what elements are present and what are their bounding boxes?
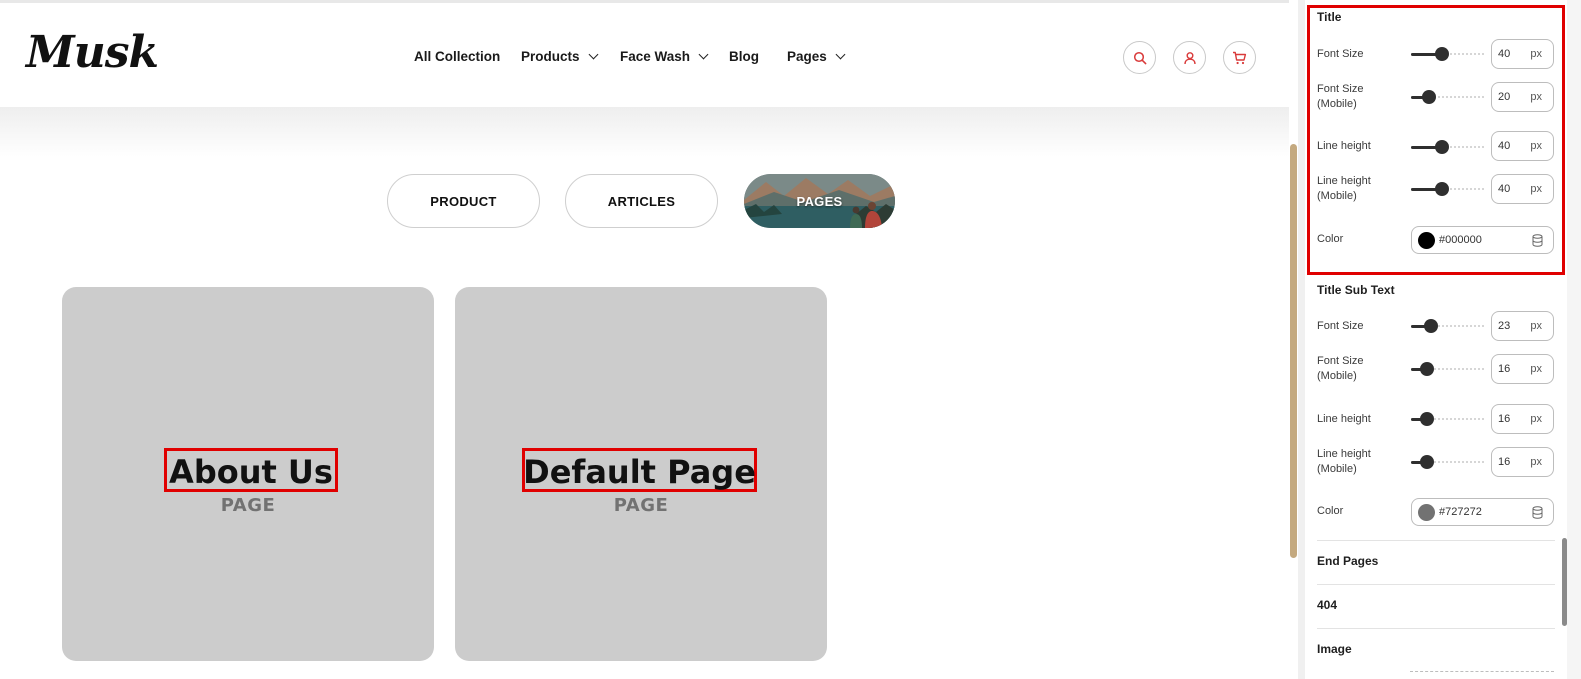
chevron-down-icon — [588, 49, 598, 60]
slider-handle[interactable] — [1422, 90, 1436, 104]
color-hex-value[interactable]: #727272 — [1439, 506, 1482, 518]
title-line-height-mobile-label: Line height (Mobile) — [1317, 175, 1371, 202]
divider — [1317, 540, 1555, 541]
cart-button[interactable] — [1223, 41, 1256, 74]
subtext-line-height-label: Line height — [1317, 413, 1371, 425]
subtext-line-height-mobile-input[interactable]: 16 px — [1491, 447, 1554, 477]
nav-all-collection[interactable]: All Collection — [414, 49, 500, 64]
title-font-size-label: Font Size — [1317, 48, 1364, 60]
slider-handle[interactable] — [1435, 182, 1449, 196]
logo[interactable]: Musk — [26, 27, 159, 78]
item-404[interactable]: 404 — [1317, 598, 1337, 612]
preview-scrollbar-thumb[interactable] — [1290, 144, 1297, 558]
database-icon[interactable] — [1532, 234, 1543, 247]
card-title: Default Page — [522, 448, 757, 492]
card-subtitle: PAGE — [220, 495, 276, 516]
slider-handle[interactable] — [1420, 455, 1434, 469]
site-header: Musk All Collection Products Face Wash B… — [0, 3, 1289, 107]
subtext-color-picker[interactable]: #727272 — [1411, 498, 1554, 526]
slider-handle[interactable] — [1435, 47, 1449, 61]
color-swatch[interactable] — [1418, 232, 1435, 249]
subtext-color-label: Color — [1317, 505, 1344, 517]
tab-articles[interactable]: ARTICLES — [565, 174, 718, 228]
slider-handle[interactable] — [1424, 319, 1438, 333]
image-dropzone-border[interactable] — [1410, 671, 1554, 672]
store-preview: Musk All Collection Products Face Wash B… — [0, 0, 1298, 679]
image-heading[interactable]: Image — [1317, 642, 1352, 656]
cart-icon — [1233, 51, 1247, 64]
title-font-size-input[interactable]: 40 px — [1491, 39, 1554, 69]
subtext-font-size-mobile-label: Font Size (Mobile) — [1317, 355, 1364, 382]
nav-pages[interactable]: Pages — [787, 49, 846, 64]
chevron-down-icon — [835, 49, 846, 60]
search-button[interactable] — [1123, 41, 1156, 74]
title-section-heading: Title — [1317, 10, 1342, 24]
account-button[interactable] — [1173, 41, 1206, 74]
header-shadow — [0, 107, 1289, 157]
color-swatch[interactable] — [1418, 504, 1435, 521]
divider — [1317, 628, 1555, 629]
subtext-line-height-input[interactable]: 16 px — [1491, 404, 1554, 434]
database-icon[interactable] — [1532, 506, 1543, 519]
page-card-default-page[interactable]: Default Page PAGE — [455, 287, 827, 661]
subtext-line-height-mobile-slider[interactable] — [1411, 455, 1484, 469]
title-line-height-mobile-slider[interactable] — [1411, 182, 1484, 196]
slider-handle[interactable] — [1420, 412, 1434, 426]
page-card-about-us[interactable]: About Us PAGE — [62, 287, 434, 661]
title-line-height-slider[interactable] — [1411, 140, 1484, 154]
nav-products[interactable]: Products — [521, 49, 598, 64]
card-subtitle: PAGE — [613, 495, 669, 516]
subtext-font-size-mobile-slider[interactable] — [1411, 362, 1484, 376]
title-font-size-mobile-slider[interactable] — [1411, 90, 1484, 104]
search-icon — [1133, 51, 1146, 64]
subtext-font-size-slider[interactable] — [1411, 319, 1484, 333]
subtext-font-size-mobile-input[interactable]: 16 px — [1491, 354, 1554, 384]
color-hex-value[interactable]: #000000 — [1439, 234, 1482, 246]
title-color-label: Color — [1317, 233, 1344, 245]
tab-pages[interactable]: PAGES — [744, 174, 895, 228]
nav-face-wash[interactable]: Face Wash — [620, 49, 709, 64]
subtext-font-size-label: Font Size — [1317, 320, 1364, 332]
title-line-height-input[interactable]: 40 px — [1491, 131, 1554, 161]
slider-handle[interactable] — [1435, 140, 1449, 154]
title-line-height-mobile-input[interactable]: 40 px — [1491, 174, 1554, 204]
divider — [1317, 584, 1555, 585]
slider-handle[interactable] — [1420, 362, 1434, 376]
tab-product[interactable]: PRODUCT — [387, 174, 540, 228]
panel-scrollbar[interactable] — [1567, 0, 1581, 679]
title-line-height-label: Line height — [1317, 140, 1371, 152]
card-title: About Us — [164, 448, 338, 492]
title-font-size-slider[interactable] — [1411, 47, 1484, 61]
subtext-line-height-slider[interactable] — [1411, 412, 1484, 426]
chevron-down-icon — [698, 49, 709, 60]
title-color-picker[interactable]: #000000 — [1411, 226, 1554, 254]
nav-blog[interactable]: Blog — [729, 49, 759, 64]
user-icon — [1183, 51, 1196, 64]
end-pages-heading[interactable]: End Pages — [1317, 554, 1378, 568]
subtext-line-height-mobile-label: Line height (Mobile) — [1317, 448, 1371, 475]
panel-scrollbar-thumb[interactable] — [1562, 538, 1567, 626]
subtext-section-heading: Title Sub Text — [1317, 283, 1395, 297]
title-font-size-mobile-input[interactable]: 20 px — [1491, 82, 1554, 112]
subtext-font-size-input[interactable]: 23 px — [1491, 311, 1554, 341]
title-font-size-mobile-label: Font Size (Mobile) — [1317, 83, 1364, 110]
